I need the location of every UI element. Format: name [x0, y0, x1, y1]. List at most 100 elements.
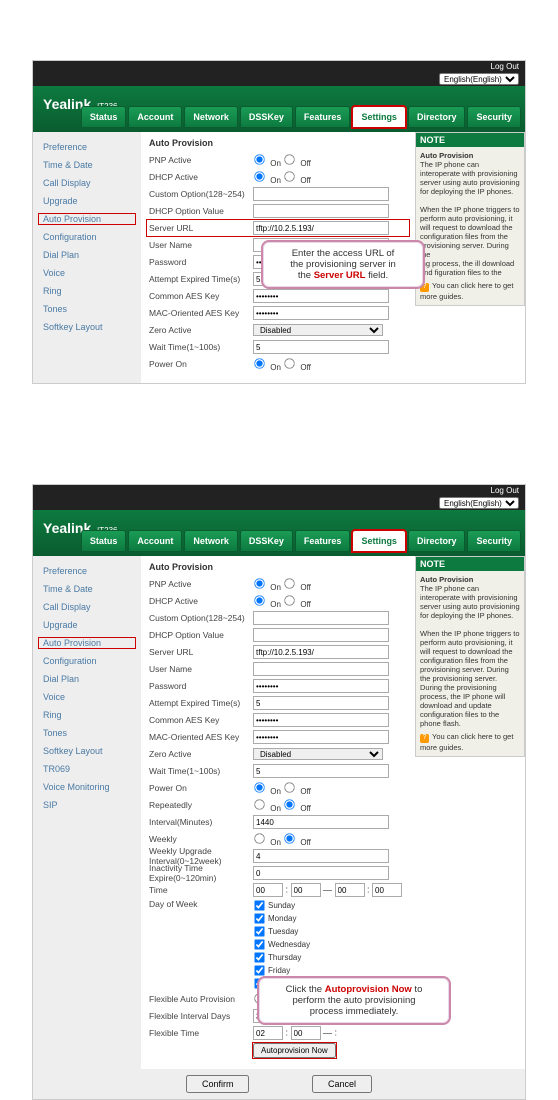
- screenshot-1: Log Out English(English) Yealink |T236 S…: [32, 60, 526, 384]
- sidebar-item-tones[interactable]: Tones: [33, 300, 141, 318]
- dhcp-value-input[interactable]: [253, 628, 389, 642]
- tab-security[interactable]: Security: [467, 530, 521, 552]
- wait-time-input[interactable]: [253, 764, 389, 778]
- mac-aes-input[interactable]: [253, 306, 389, 320]
- weekly-upgrade-input[interactable]: [253, 849, 389, 863]
- sidebar-item-ring[interactable]: Ring: [33, 706, 141, 724]
- sidebar-item-preference[interactable]: Preference: [33, 138, 141, 156]
- sidebar-item-auto-provision[interactable]: Auto Provision: [37, 212, 137, 226]
- logout-link[interactable]: Log Out: [33, 485, 525, 496]
- sidebar-item-tones[interactable]: Tones: [33, 724, 141, 742]
- time-inputs[interactable]: : — :: [253, 883, 407, 897]
- note-tip[interactable]: You can click here to get more guides.: [420, 732, 520, 752]
- label-custom-option: Custom Option(128~254): [149, 613, 253, 623]
- username-input[interactable]: [253, 662, 389, 676]
- sidebar-item-time-date[interactable]: Time & Date: [33, 156, 141, 174]
- sidebar-item-upgrade[interactable]: Upgrade: [33, 616, 141, 634]
- label-power-on: Power On: [149, 359, 253, 369]
- dhcp-value-input[interactable]: [253, 204, 389, 218]
- sidebar-item-sip[interactable]: SIP: [33, 796, 141, 814]
- sidebar-item-dial-plan[interactable]: Dial Plan: [33, 670, 141, 688]
- label-mac-aes: MAC-Oriented AES Key: [149, 732, 253, 742]
- confirm-button[interactable]: Confirm: [186, 1075, 250, 1093]
- interval-input[interactable]: [253, 815, 389, 829]
- sidebar-item-call-display[interactable]: Call Display: [33, 174, 141, 192]
- pnp-radio[interactable]: On Off: [253, 153, 407, 168]
- custom-option-input[interactable]: [253, 611, 389, 625]
- pnp-radio[interactable]: On Off: [253, 577, 407, 592]
- label-dhcp: DHCP Active: [149, 172, 253, 182]
- tab-settings[interactable]: Settings: [352, 106, 406, 128]
- zero-active-select[interactable]: Disabled: [253, 324, 383, 336]
- main-panel: Auto Provision PNP Active On Off DHCP Ac…: [141, 132, 415, 383]
- label-username: User Name: [149, 664, 253, 674]
- sidebar-item-ring[interactable]: Ring: [33, 282, 141, 300]
- power-on-radio[interactable]: On Off: [253, 781, 407, 796]
- note-tip[interactable]: You can click here to get more guides.: [420, 281, 520, 301]
- server-url-input[interactable]: [253, 221, 389, 235]
- sidebar-item-softkey-layout[interactable]: Softkey Layout: [33, 318, 141, 336]
- label-time: Time: [149, 885, 253, 895]
- sidebar-item-call-display[interactable]: Call Display: [33, 598, 141, 616]
- sidebar-item-configuration[interactable]: Configuration: [33, 228, 141, 246]
- wait-time-input[interactable]: [253, 340, 389, 354]
- sidebar: Preference Time & Date Call Display Upgr…: [33, 132, 141, 383]
- main-panel: Auto Provision PNP Active On Off DHCP Ac…: [141, 556, 415, 1069]
- tab-account[interactable]: Account: [128, 106, 182, 128]
- sidebar-item-voice-monitoring[interactable]: Voice Monitoring: [33, 778, 141, 796]
- tab-network[interactable]: Network: [184, 530, 238, 552]
- repeatedly-radio[interactable]: On Off: [253, 798, 407, 813]
- zero-active-select[interactable]: Disabled: [253, 748, 383, 760]
- label-common-aes: Common AES Key: [149, 291, 253, 301]
- password-input[interactable]: [253, 679, 389, 693]
- autoprovision-now-button[interactable]: Autoprovision Now: [253, 1043, 336, 1058]
- power-on-radio[interactable]: On Off: [253, 357, 407, 372]
- sidebar-item-tr069[interactable]: TR069: [33, 760, 141, 778]
- dhcp-radio[interactable]: On Off: [253, 594, 407, 609]
- label-password: Password: [149, 681, 253, 691]
- tab-status[interactable]: Status: [81, 530, 127, 552]
- cancel-button[interactable]: Cancel: [312, 1075, 372, 1093]
- tab-status[interactable]: Status: [81, 106, 127, 128]
- note-title: NOTE: [416, 557, 524, 571]
- tab-network[interactable]: Network: [184, 106, 238, 128]
- sidebar-item-softkey-layout[interactable]: Softkey Layout: [33, 742, 141, 760]
- sidebar-item-dial-plan[interactable]: Dial Plan: [33, 246, 141, 264]
- sidebar-item-voice[interactable]: Voice: [33, 688, 141, 706]
- sidebar-item-time-date[interactable]: Time & Date: [33, 580, 141, 598]
- dhcp-radio[interactable]: On Off: [253, 170, 407, 185]
- label-server-url: Server URL: [149, 223, 253, 233]
- server-url-input[interactable]: [253, 645, 389, 659]
- tab-account[interactable]: Account: [128, 530, 182, 552]
- inactivity-time-input[interactable]: [253, 866, 389, 880]
- header: Yealink |T236 Status Account Network DSS…: [33, 510, 525, 556]
- tab-dsskey[interactable]: DSSKey: [240, 106, 293, 128]
- common-aes-input[interactable]: [253, 289, 389, 303]
- tab-settings[interactable]: Settings: [352, 530, 406, 552]
- tab-features[interactable]: Features: [295, 106, 351, 128]
- sidebar-item-auto-provision[interactable]: Auto Provision: [37, 636, 137, 650]
- label-zero-active: Zero Active: [149, 325, 253, 335]
- label-pnp: PNP Active: [149, 155, 253, 165]
- sidebar-item-configuration[interactable]: Configuration: [33, 652, 141, 670]
- label-flexible-auto-provision: Flexible Auto Provision: [149, 994, 253, 1004]
- tab-security[interactable]: Security: [467, 106, 521, 128]
- mac-aes-input[interactable]: [253, 730, 389, 744]
- sidebar-item-voice[interactable]: Voice: [33, 264, 141, 282]
- common-aes-input[interactable]: [253, 713, 389, 727]
- language-select[interactable]: English(English): [439, 497, 519, 509]
- language-select[interactable]: English(English): [439, 73, 519, 85]
- tab-features[interactable]: Features: [295, 530, 351, 552]
- tab-directory[interactable]: Directory: [408, 106, 466, 128]
- label-weekly: Weekly: [149, 834, 253, 844]
- custom-option-input[interactable]: [253, 187, 389, 201]
- tab-dsskey[interactable]: DSSKey: [240, 530, 293, 552]
- attempt-expired-input[interactable]: [253, 696, 389, 710]
- logout-link[interactable]: Log Out: [33, 61, 525, 72]
- weekly-radio[interactable]: On Off: [253, 832, 407, 847]
- flexible-time-inputs[interactable]: : — :: [253, 1026, 407, 1040]
- sidebar-item-upgrade[interactable]: Upgrade: [33, 192, 141, 210]
- sidebar-item-preference[interactable]: Preference: [33, 562, 141, 580]
- note-panel: NOTE Auto Provision The IP phone can int…: [415, 556, 525, 757]
- tab-directory[interactable]: Directory: [408, 530, 466, 552]
